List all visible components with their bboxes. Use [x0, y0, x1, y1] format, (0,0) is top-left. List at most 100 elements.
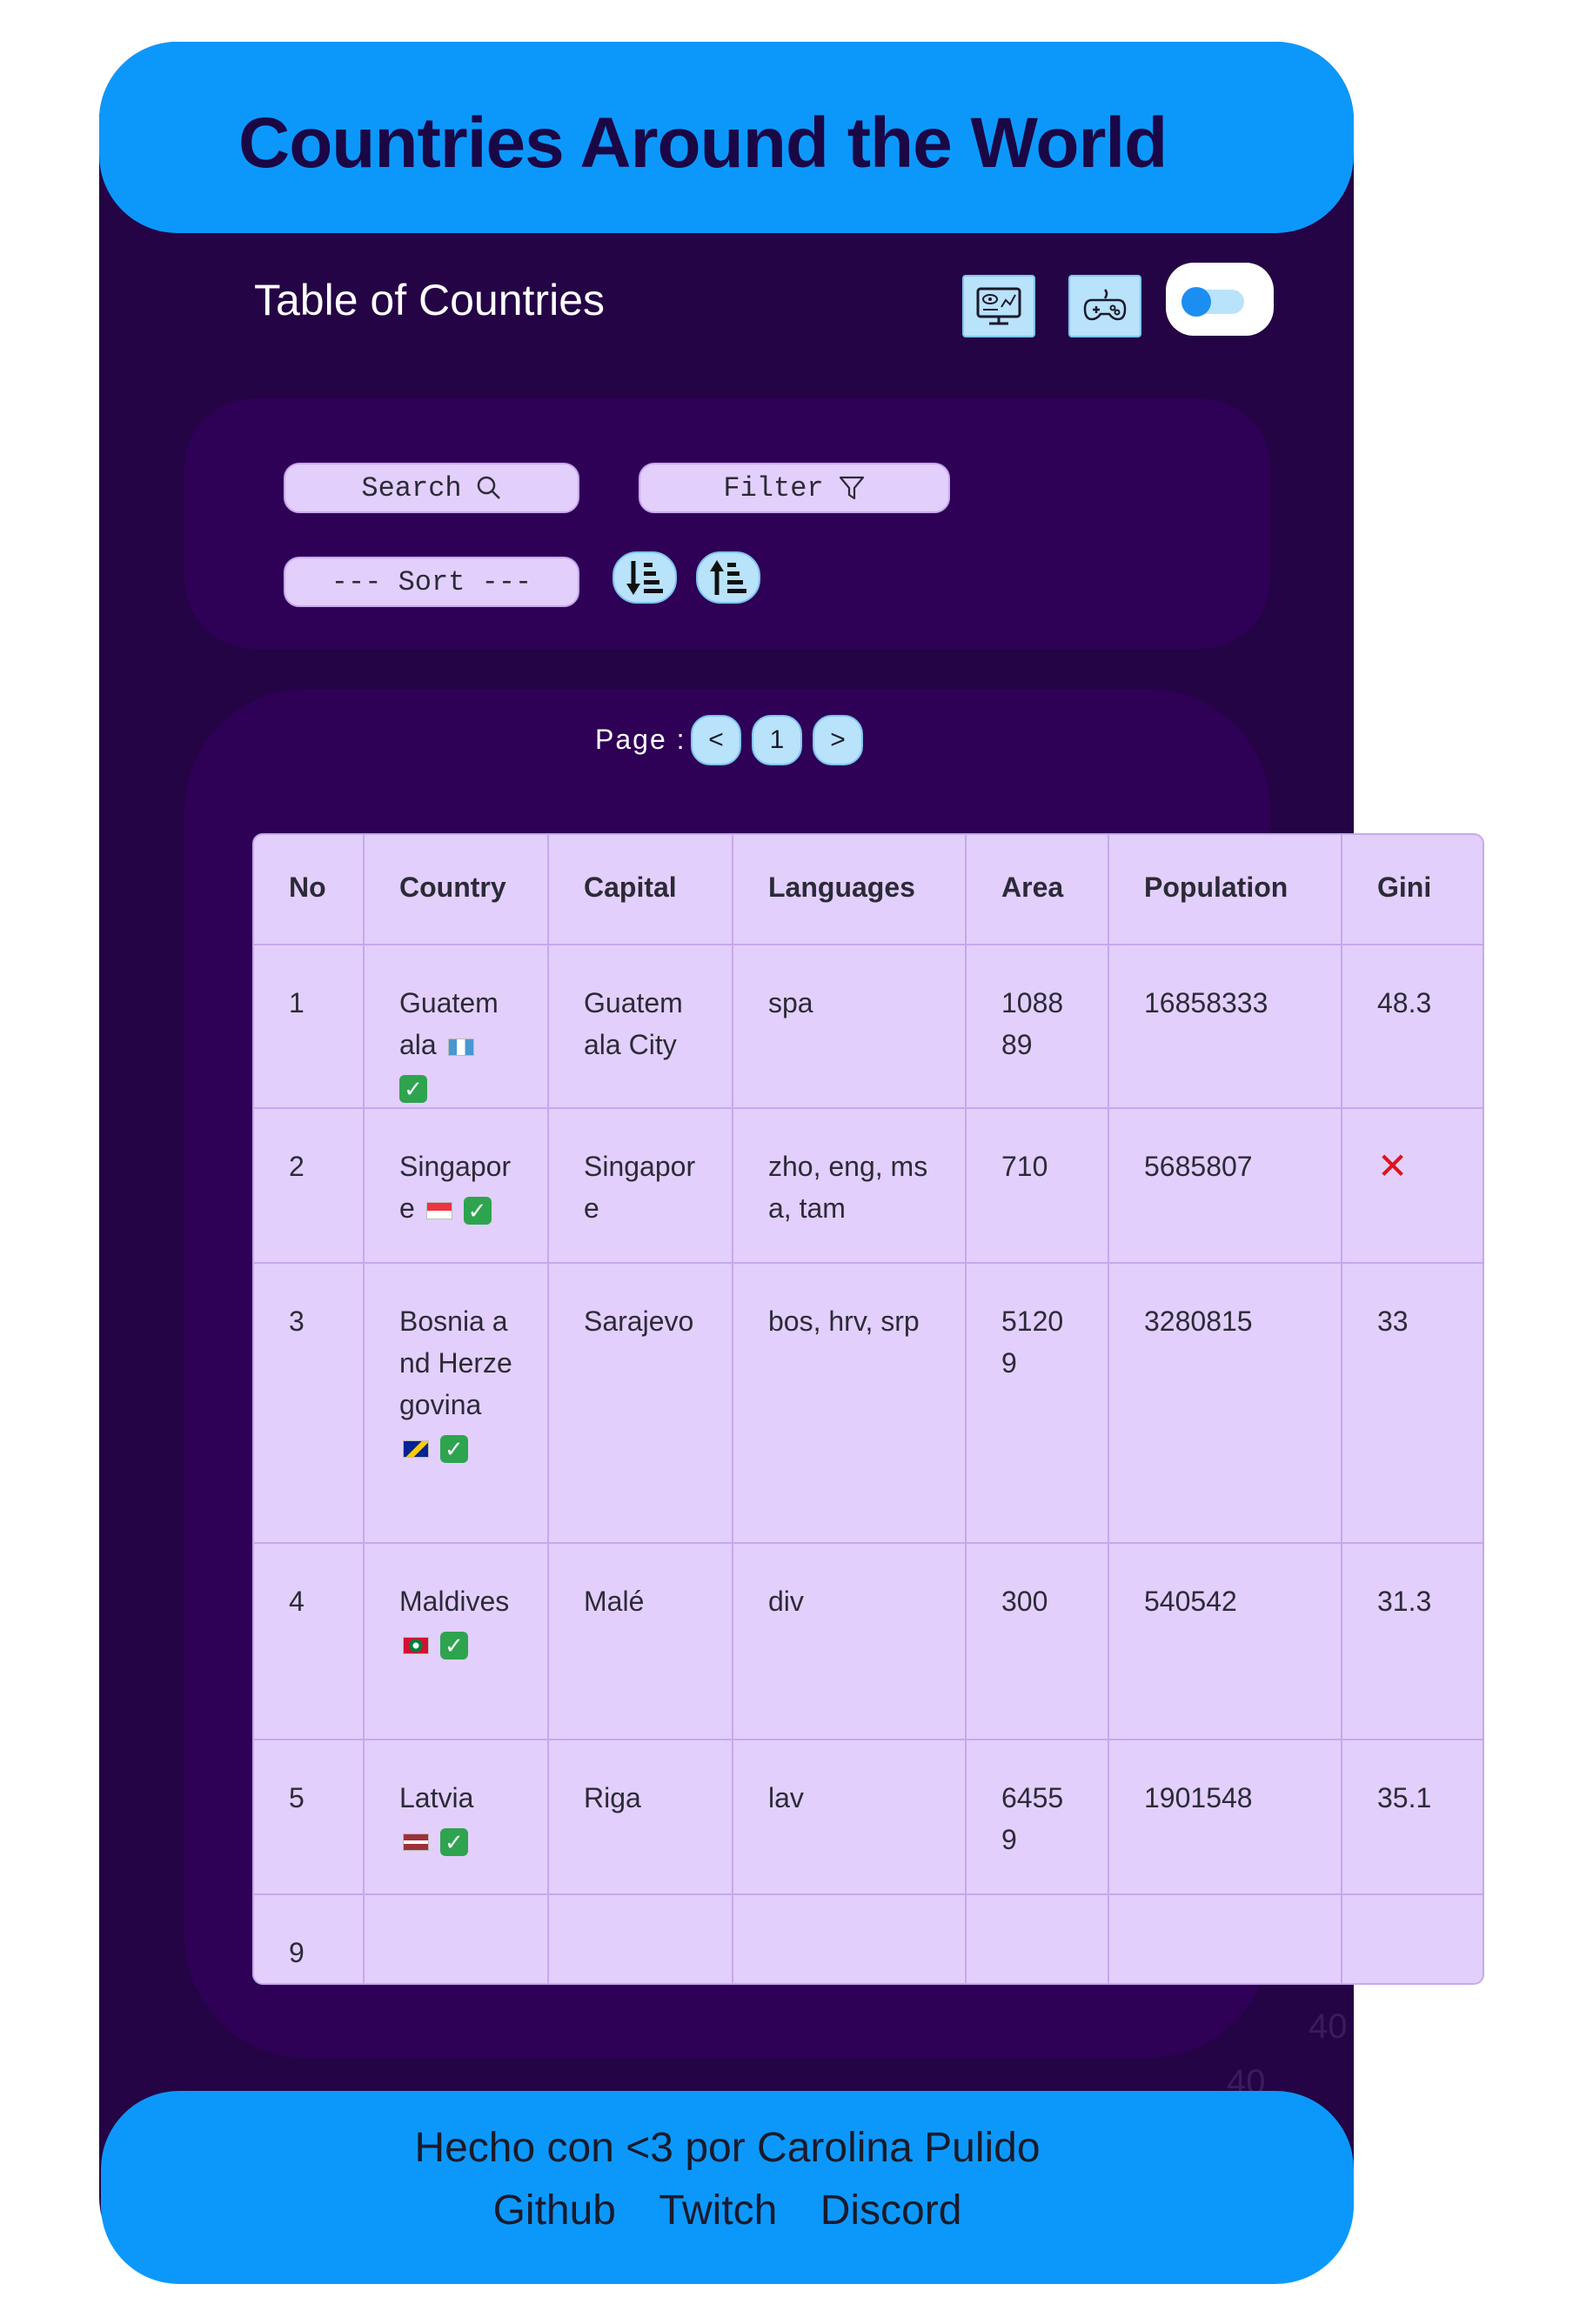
- cell-population: 540542: [1108, 1543, 1342, 1740]
- theme-toggle[interactable]: [1166, 263, 1274, 336]
- cell-no: 3: [254, 1263, 365, 1544]
- cell-area: [966, 1894, 1109, 1983]
- cell-capital: Singapore: [548, 1108, 733, 1264]
- filter-label: Filter: [723, 471, 824, 504]
- cell-area: 64559: [966, 1740, 1109, 1895]
- game-mode-button[interactable]: [1068, 275, 1141, 337]
- column-header-languages: Languages: [733, 835, 967, 945]
- cell-area: 300: [966, 1543, 1109, 1740]
- column-header-gini: Gini: [1342, 835, 1483, 945]
- footer-links: Github Twitch Discord: [101, 2187, 1354, 2234]
- filter-button[interactable]: Filter: [639, 463, 950, 513]
- country-name: Bosnia and Herzegovina: [399, 1306, 512, 1420]
- country-name: Latvia: [399, 1782, 474, 1813]
- table-row: 4 Maldives ✓ Malé div 300 540542 31.3: [254, 1543, 1483, 1740]
- sort-ascending-button[interactable]: [696, 551, 760, 604]
- cell-no: 2: [254, 1108, 365, 1264]
- column-header-population: Population: [1108, 835, 1342, 945]
- cell-languages: [733, 1894, 967, 1983]
- cell-area: 51209: [966, 1263, 1109, 1544]
- cell-population: 3280815: [1108, 1263, 1342, 1544]
- section-subtitle: Table of Countries: [254, 276, 606, 324]
- cell-population: [1108, 1894, 1342, 1983]
- cell-capital: Sarajevo: [548, 1263, 733, 1544]
- toggle-knob: [1181, 287, 1211, 317]
- gamepad-icon: [1083, 289, 1127, 321]
- cell-languages: lav: [733, 1740, 967, 1895]
- monitor-view-button[interactable]: [962, 275, 1035, 337]
- sort-select-value: --- Sort ---: [331, 565, 532, 598]
- table-row: 2 Singapore ✓ Singapore zho, eng, msa, t…: [254, 1108, 1483, 1264]
- cell-no: 9: [254, 1894, 365, 1983]
- independent-check-icon: ✓: [463, 1196, 492, 1225]
- table-row: 5 Latvia ✓ Riga lav 64559 1901548 35.1: [254, 1740, 1483, 1895]
- table-row: 3 Bosnia and Herzegovina ✓ Sarajevo bos,…: [254, 1263, 1483, 1544]
- cell-country: [364, 1894, 549, 1983]
- cell-area: 710: [966, 1108, 1109, 1264]
- cell-country: Maldives ✓: [364, 1543, 549, 1740]
- monitor-icon: [976, 287, 1021, 325]
- independent-check-icon: ✓: [439, 1827, 468, 1856]
- cell-capital: Malé: [548, 1543, 733, 1740]
- column-header-no: No: [254, 835, 365, 945]
- twitch-link[interactable]: Twitch: [659, 2187, 777, 2234]
- footer-credit: Hecho con <3 por Carolina Pulido: [414, 2125, 1041, 2171]
- cell-languages: bos, hrv, srp: [733, 1263, 967, 1544]
- filter-icon: [839, 476, 864, 500]
- sort-ascending-icon: [710, 560, 746, 595]
- singapore-flag-icon: [425, 1201, 452, 1219]
- cell-gini: ✕: [1342, 1108, 1483, 1264]
- table-row: 1 Guatemala ✓ Guatemala City spa 108889 …: [254, 945, 1483, 1109]
- latvia-flag-icon: [403, 1833, 429, 1851]
- current-page-button[interactable]: 1: [752, 715, 802, 765]
- cell-gini: 31.3: [1342, 1543, 1483, 1740]
- search-icon: [477, 476, 500, 499]
- independent-check-icon: ✓: [439, 1434, 468, 1463]
- cell-languages: zho, eng, msa, tam: [733, 1108, 967, 1264]
- cell-gini: 33: [1342, 1263, 1483, 1544]
- search-button[interactable]: Search: [284, 463, 579, 513]
- independent-check-icon: ✓: [439, 1631, 468, 1660]
- cell-area: 108889: [966, 945, 1109, 1109]
- search-label: Search: [361, 471, 462, 504]
- cell-population: 5685807: [1108, 1108, 1342, 1264]
- cell-capital: Guatemala City: [548, 945, 733, 1109]
- page-header: Countries Around the World: [99, 42, 1354, 233]
- cell-country: Guatemala ✓: [364, 945, 549, 1109]
- cell-population: 16858333: [1108, 945, 1342, 1109]
- bosnia-flag-icon: [403, 1439, 429, 1458]
- column-header-country: Country: [364, 835, 549, 945]
- github-link[interactable]: Github: [493, 2187, 616, 2234]
- next-page-button[interactable]: >: [813, 715, 863, 765]
- toggle-track: [1181, 287, 1244, 317]
- cell-languages: div: [733, 1543, 967, 1740]
- cell-no: 5: [254, 1740, 365, 1895]
- country-name: Maldives: [399, 1586, 510, 1617]
- cell-gini: 35.1: [1342, 1740, 1483, 1895]
- cell-capital: [548, 1894, 733, 1983]
- sort-select[interactable]: --- Sort ---: [284, 557, 579, 607]
- sort-descending-icon: [626, 561, 663, 595]
- page-footer: Hecho con <3 por Carolina Pulido Github …: [101, 2091, 1354, 2284]
- cell-capital: Riga: [548, 1740, 733, 1895]
- table-row: 9: [254, 1894, 1483, 1983]
- ghost-text: 40: [1309, 2007, 1348, 2046]
- cell-gini: [1342, 1894, 1483, 1983]
- cell-gini: 48.3: [1342, 945, 1483, 1109]
- maldives-flag-icon: [403, 1636, 429, 1654]
- cell-country: Latvia ✓: [364, 1740, 549, 1895]
- sort-descending-button[interactable]: [612, 551, 677, 604]
- country-name: Singapore: [399, 1151, 512, 1224]
- table-header-row: No Country Capital Languages Area Popula…: [254, 835, 1483, 945]
- cell-population: 1901548: [1108, 1740, 1342, 1895]
- discord-link[interactable]: Discord: [820, 2187, 962, 2234]
- controls-panel: [184, 398, 1270, 649]
- cell-languages: spa: [733, 945, 967, 1109]
- cell-country: Bosnia and Herzegovina ✓: [364, 1263, 549, 1544]
- missing-value-icon: ✕: [1377, 1145, 1409, 1186]
- cell-no: 1: [254, 945, 365, 1109]
- cell-no: 4: [254, 1543, 365, 1740]
- cell-country: Singapore ✓: [364, 1108, 549, 1264]
- guatemala-flag-icon: [447, 1038, 474, 1056]
- previous-page-button[interactable]: <: [691, 715, 741, 765]
